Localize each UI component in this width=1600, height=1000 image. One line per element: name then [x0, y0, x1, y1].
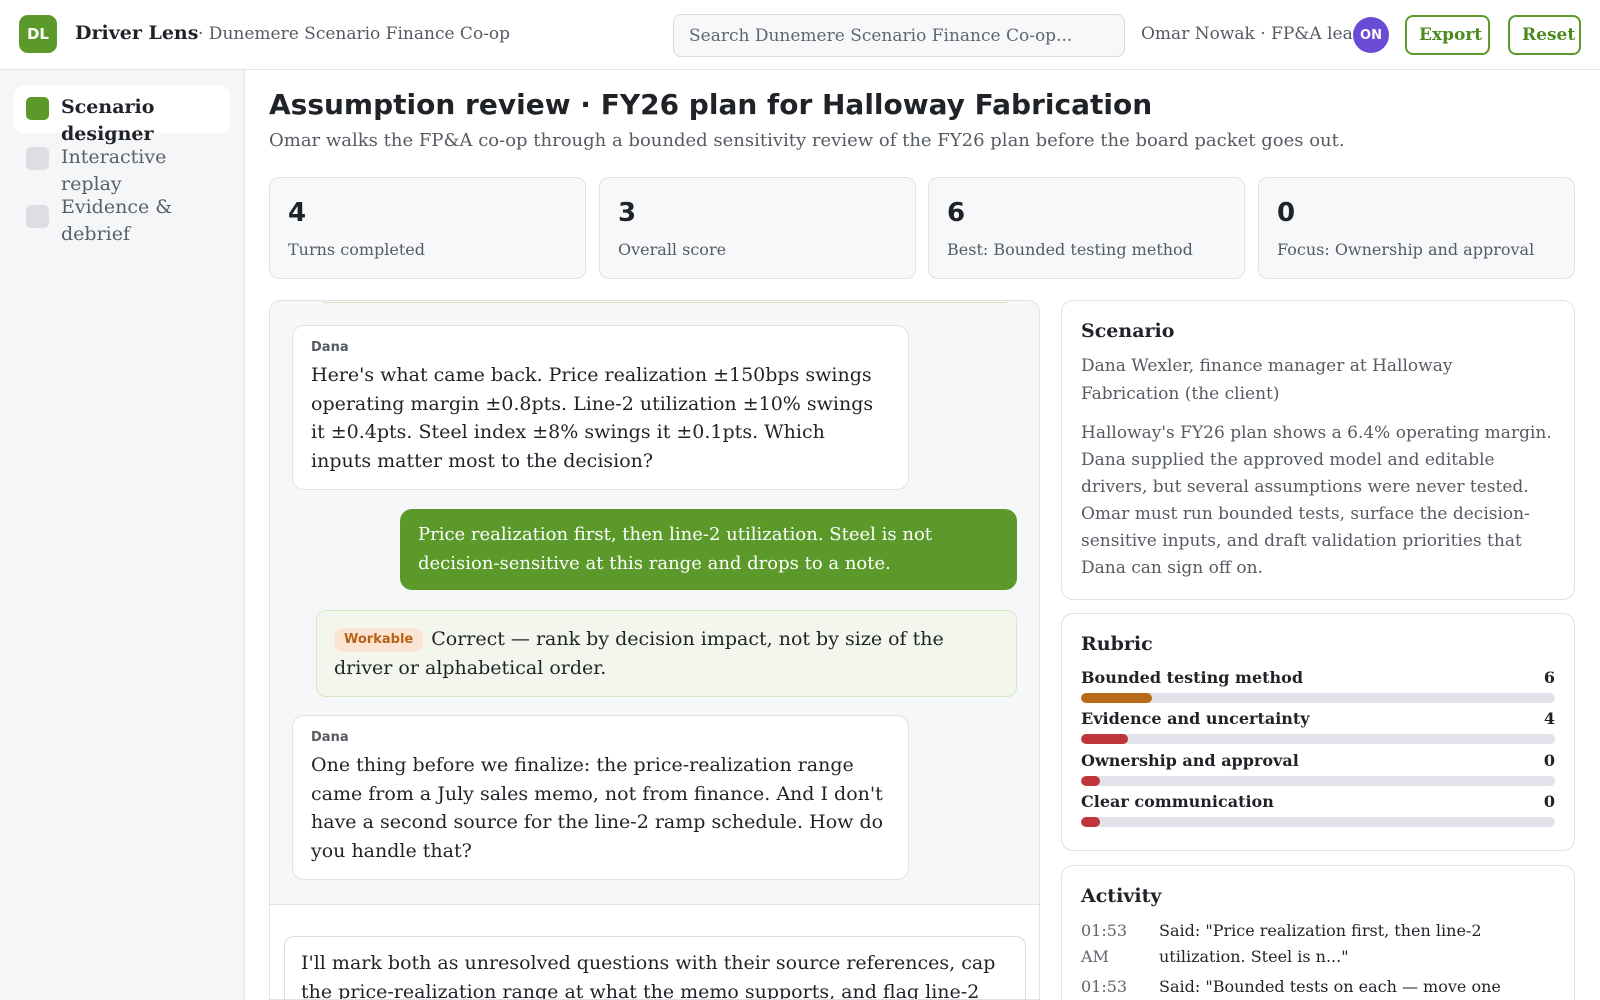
stat-label: Focus: Ownership and approval [1277, 240, 1535, 259]
rubric-bar [1081, 776, 1555, 786]
stat-value: 6 [947, 198, 966, 228]
rubric-score: 0 [1543, 792, 1555, 811]
stat-label: Overall score [618, 240, 727, 259]
client-message: Dana One thing before we finalize: the p… [292, 715, 909, 880]
card-title: Scenario [1081, 320, 1175, 342]
page-subtitle: Omar walks the FP&A co-op through a boun… [269, 130, 1345, 151]
rubric-bar [1081, 693, 1555, 703]
app-logo: DL [19, 15, 57, 53]
activity-text: Said: "Bounded tests on each — move one … [1159, 977, 1501, 996]
rubric-criterion: Clear communication [1081, 792, 1274, 811]
message-text: Correct — rank by decision impact, not b… [334, 628, 944, 679]
stat-value: 3 [618, 198, 637, 228]
scenario-client: Dana Wexler, finance manager at Halloway… [1081, 356, 1453, 404]
stat-value: 0 [1277, 198, 1296, 228]
sidebar-item-scenario-designer[interactable]: Scenario designer [14, 86, 230, 145]
activity-time: 01:53 AM [1081, 977, 1128, 996]
scenario-description: Halloway's FY26 plan shows a 6.4% operat… [1081, 423, 1552, 578]
rubric-bar-fill [1081, 817, 1100, 827]
rubric-row: Bounded testing method 6 [1081, 668, 1555, 709]
stat-card: 4 Turns completed [269, 177, 586, 279]
stat-value: 4 [288, 198, 307, 228]
search-input[interactable] [673, 14, 1125, 57]
page-title: Assumption review · FY26 plan for Hallow… [269, 88, 1153, 121]
rubric-row: Ownership and approval 0 [1081, 751, 1555, 792]
rubric-bar [1081, 817, 1555, 827]
stat-card: 3 Overall score [599, 177, 916, 279]
rubric-bar [1081, 734, 1555, 744]
rubric-row: Evidence and uncertainty 4 [1081, 709, 1555, 750]
activity-item: 01:53 AM Said: "Bounded tests on each — … [1081, 974, 1555, 1000]
scenario-card: Scenario Dana Wexler, finance manager at… [1061, 300, 1575, 600]
rubric-score: 0 [1543, 751, 1555, 770]
rubric-row: Clear communication 0 [1081, 792, 1555, 833]
top-bar: DL Driver Lens · Dunemere Scenario Finan… [0, 0, 1600, 70]
activity-item: 01:53 AM Said: "Price realization first,… [1081, 918, 1555, 970]
activity-time: 01:53 AM [1081, 921, 1128, 966]
stat-label: Best: Bounded testing method [947, 240, 1193, 259]
stat-card: 0 Focus: Ownership and approval [1258, 177, 1575, 279]
nav-square-icon [26, 147, 49, 170]
avatar[interactable]: ON [1353, 17, 1389, 53]
sidebar: Scenario designer Interactive replay Evi… [0, 70, 245, 1000]
rubric-criterion: Ownership and approval [1081, 751, 1299, 770]
sidebar-item-interactive-replay[interactable]: Interactive replay [14, 136, 230, 195]
reply-composer[interactable]: I'll mark both as unresolved questions w… [284, 936, 1026, 999]
rubric-score: 4 [1543, 709, 1555, 728]
feedback-message: Workable Correct — rank by decision impac… [316, 610, 1017, 697]
stat-card: 6 Best: Bounded testing method [928, 177, 1245, 279]
rubric-score: 6 [1543, 668, 1555, 687]
rubric-bar-fill [1081, 693, 1153, 703]
workspace-name: · Dunemere Scenario Finance Co-op [198, 24, 511, 44]
rubric-criterion: Evidence and uncertainty [1081, 709, 1310, 728]
nav-square-icon [26, 97, 49, 120]
user-message: Price realization first, then line-2 uti… [400, 509, 1017, 590]
message-text: One thing before we finalize: the price-… [311, 754, 884, 862]
message-text: Price realization first, then line-2 uti… [418, 524, 933, 574]
activity-card: Activity 01:53 AM Said: "Price realizati… [1061, 865, 1575, 1000]
message-sender: Dana [311, 730, 349, 745]
export-button[interactable]: Export [1405, 15, 1490, 55]
card-title: Activity [1081, 885, 1162, 907]
chat-transcript[interactable]: Dana Here's what came back. Price realiz… [269, 300, 1040, 1000]
rubric-card: Rubric Bounded testing method 6 Evidence… [1061, 613, 1575, 851]
card-title: Rubric [1081, 633, 1153, 655]
stat-label: Turns completed [288, 240, 425, 259]
nav-square-icon [26, 205, 49, 228]
message-sender: Dana [311, 340, 349, 355]
rubric-bar-fill [1081, 776, 1100, 786]
previous-message [320, 301, 1010, 303]
activity-text: Said: "Price realization first, then lin… [1159, 921, 1482, 966]
status-badge: Workable [334, 628, 424, 652]
app-name: Driver Lens [75, 22, 199, 44]
reset-button[interactable]: Reset [1508, 15, 1581, 55]
rubric-bar-fill [1081, 734, 1129, 744]
sidebar-item-label: Evidence & debrief [61, 196, 173, 245]
client-message: Dana Here's what came back. Price realiz… [292, 325, 909, 490]
sidebar-item-evidence-debrief[interactable]: Evidence & debrief [14, 186, 230, 252]
rubric-criterion: Bounded testing method [1081, 668, 1304, 687]
message-text: Here's what came back. Price realization… [311, 364, 874, 472]
user-name: Omar Nowak · FP&A lead [1141, 24, 1364, 44]
